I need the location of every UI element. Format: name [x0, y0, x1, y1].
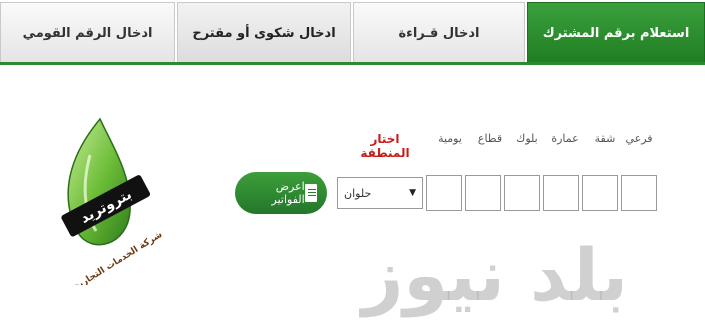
label-sector: قطاع	[477, 132, 503, 145]
label-daily: يومية	[438, 132, 462, 145]
chevron-down-icon: ▼	[409, 188, 416, 198]
tab-bar: استعلام برقم المشترك ادخال قـراءة ادخال …	[0, 0, 705, 66]
tab-complaint[interactable]: ادخال شكوى أو مقترح	[177, 2, 351, 64]
daily-field[interactable]	[426, 175, 462, 211]
sector-field[interactable]	[465, 175, 501, 211]
tab-subscriber-inquiry[interactable]: استعلام برقم المشترك	[527, 2, 705, 64]
building-field[interactable]	[543, 175, 579, 211]
document-icon	[304, 184, 317, 202]
region-select-value: حلوان	[344, 186, 372, 200]
label-building: عمارة	[551, 132, 579, 145]
show-invoices-button[interactable]: اعرض الفواتير	[235, 172, 327, 214]
watermark: بلد نيوز	[361, 233, 629, 317]
company-logo: بتروتريد شركة الخدمات التجارية البترولية	[38, 117, 164, 285]
apartment-field[interactable]	[582, 175, 618, 211]
region-label: اختار المنطقة	[360, 132, 410, 160]
tab-national-id[interactable]: ادخال الرقم القومي	[0, 2, 175, 64]
region-select[interactable]: ▼ حلوان	[337, 177, 423, 209]
show-invoices-label: اعرض الفواتير	[271, 180, 305, 206]
block-field[interactable]	[504, 175, 540, 211]
tab-underline	[0, 62, 705, 65]
tab-enter-reading[interactable]: ادخال قـراءة	[353, 2, 525, 64]
label-apartment: شقة	[594, 132, 616, 145]
sub-field[interactable]	[621, 175, 657, 211]
